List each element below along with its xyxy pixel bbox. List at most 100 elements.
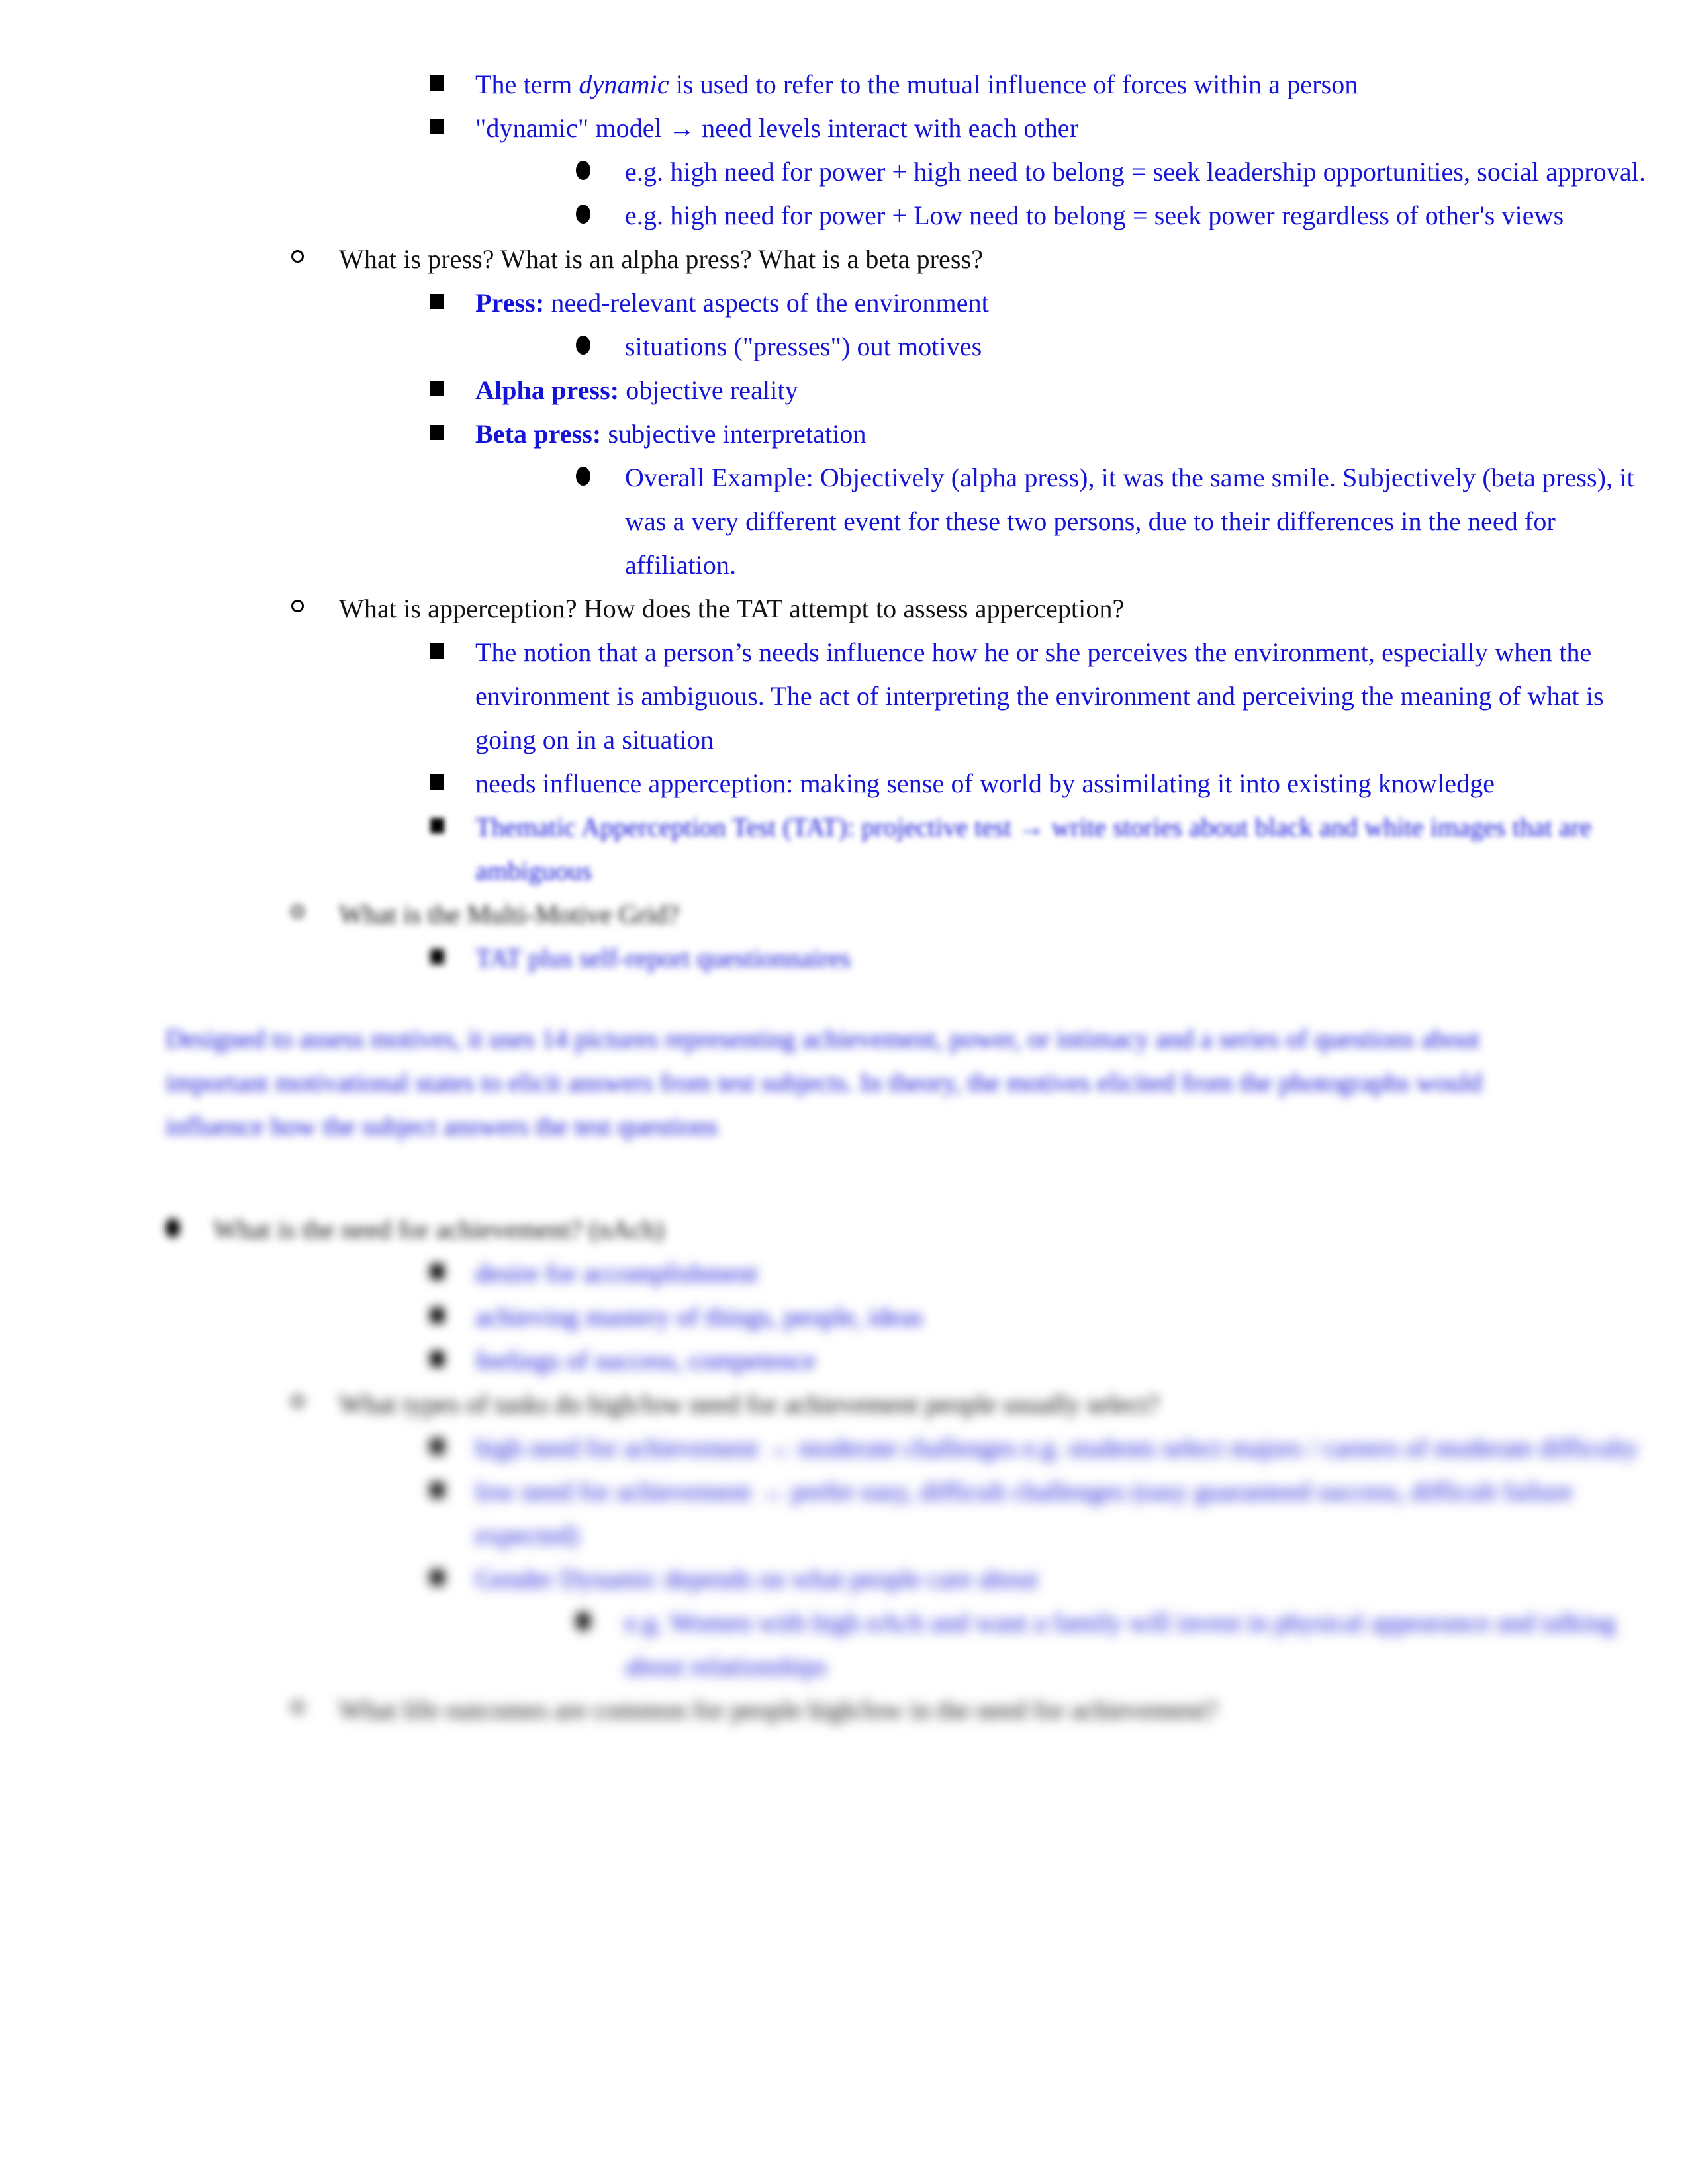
- outline-text-run: low need for achievement → prefer easy, …: [475, 1477, 1573, 1550]
- outline-text-run: need-relevant aspects of the environment: [544, 288, 989, 318]
- hollow-circle-bullet-icon: [291, 1701, 304, 1714]
- outline-text-run: situations ("presses") out motives: [625, 332, 982, 361]
- bullet-marker: [291, 1383, 326, 1426]
- outline-item-q-what-is-press: What is press? What is an alpha press? W…: [291, 238, 1688, 281]
- filled-disc-bullet-icon: [576, 205, 590, 224]
- outline-text-run: What is press? What is an alpha press? W…: [339, 244, 984, 274]
- outline-item-text: e.g. high need for power + Low need to b…: [612, 194, 1688, 238]
- outline-item-text: feelings of success, competence: [465, 1339, 1688, 1383]
- bullet-marker: [576, 150, 612, 194]
- outline-item-achieving-mastery: achieving mastery of things, people, ide…: [430, 1295, 1688, 1339]
- outline-text-run: What is apperception? How does the TAT a…: [339, 594, 1125, 623]
- bullet-marker: [291, 1688, 326, 1732]
- bullet-marker: [430, 631, 465, 674]
- outline-text-run: What types of tasks do high/low need for…: [339, 1389, 1160, 1419]
- bullet-marker: [576, 456, 612, 500]
- outline-text-run: "dynamic" model → need levels interact w…: [475, 113, 1079, 143]
- filled-square-bullet-icon: [430, 949, 444, 965]
- outline-text-run: Alpha press:: [475, 375, 620, 405]
- outline-item-text: What is the Multi-Motive Grid?: [326, 893, 1688, 936]
- outline-item-text: Thematic Apperception Test (TAT): projec…: [465, 805, 1688, 893]
- bullet-marker: [576, 325, 612, 369]
- bullet-marker: [291, 587, 326, 631]
- filled-square-bullet-icon: [430, 119, 444, 135]
- outline-item-text: What is the need for achievement? (nAch): [200, 1208, 1688, 1251]
- bullet-marker: [430, 762, 465, 805]
- outline-item-press-def: Press: need-relevant aspects of the envi…: [430, 281, 1688, 325]
- outline-item-text: e.g. Women with high nAch and want a fam…: [612, 1601, 1688, 1688]
- hollow-circle-bullet-icon: [291, 250, 304, 263]
- filled-square-bullet-icon: [430, 1264, 444, 1280]
- outline-item-text: What is apperception? How does the TAT a…: [326, 587, 1688, 631]
- bullet-marker: [165, 1208, 200, 1251]
- outline-text-run: Beta press:: [475, 419, 602, 449]
- outline-item-tat-projective-test: Thematic Apperception Test (TAT): projec…: [430, 805, 1688, 893]
- filled-square-bullet-icon: [430, 381, 444, 397]
- bullet-marker: [430, 1470, 465, 1514]
- filled-square-bullet-icon: [430, 1439, 444, 1455]
- outline-item-tat-plus-self-report: TAT plus self-report questionnaires: [430, 936, 1688, 980]
- outline-item-text: The notion that a person’s needs influen…: [465, 631, 1688, 762]
- outline-text-run: achieving mastery of things, people, ide…: [475, 1302, 923, 1332]
- outline-text-run: What is the need for achievement? (nAch): [213, 1214, 665, 1244]
- outline-text-run: subjective interpretation: [601, 419, 867, 449]
- bullet-marker: [430, 63, 465, 107]
- outline-item-text: Beta press: subjective interpretation: [465, 412, 1688, 456]
- hollow-circle-bullet-icon: [291, 1395, 304, 1408]
- outline-item-feelings-success: feelings of success, competence: [430, 1339, 1688, 1383]
- filled-disc-bullet-icon: [576, 467, 590, 486]
- outline-item-q-multi-motive-grid: What is the Multi-Motive Grid?: [291, 893, 1688, 936]
- outline-item-eg-high-power-low-belong: e.g. high need for power + Low need to b…: [576, 194, 1688, 238]
- outline-item-beta-press-def: Beta press: subjective interpretation: [430, 412, 1688, 456]
- document-page: The term dynamic is used to refer to the…: [0, 0, 1688, 2184]
- filled-square-bullet-icon: [430, 643, 444, 659]
- outline-text-run: dynamic: [579, 69, 669, 99]
- bullet-marker: [291, 238, 326, 281]
- outline-item-text: high need for achievement → moderate cha…: [465, 1426, 1688, 1470]
- bullet-marker: [430, 1251, 465, 1295]
- filled-square-bullet-icon: [430, 1351, 444, 1367]
- bullet-marker: [430, 1557, 465, 1601]
- filled-disc-bullet-icon: [576, 336, 590, 355]
- outline-item-text: "dynamic" model → need levels interact w…: [465, 107, 1688, 150]
- multi-motive-grid-paragraph: Designed to assess motives, it uses 14 p…: [165, 1024, 1483, 1141]
- outline-list-top: The term dynamic is used to refer to the…: [0, 63, 1688, 980]
- outline-text-run: The notion that a person’s needs influen…: [475, 637, 1604, 754]
- outline-item-low-nach-tasks: low need for achievement → prefer easy, …: [430, 1470, 1688, 1557]
- outline-item-apperception-notion: The notion that a person’s needs influen…: [430, 631, 1688, 762]
- outline-item-eg-high-power-high-belong: e.g. high need for power + high need to …: [576, 150, 1688, 194]
- bullet-marker: [430, 412, 465, 456]
- outline-text-run: high need for achievement → moderate cha…: [475, 1433, 1639, 1463]
- outline-text-run: e.g. high need for power + high need to …: [625, 157, 1646, 187]
- outline-item-text: TAT plus self-report questionnaires: [465, 936, 1688, 980]
- hollow-circle-bullet-icon: [291, 600, 304, 613]
- outline-item-text: Overall Example: Objectively (alpha pres…: [612, 456, 1688, 587]
- outline-text-run: Overall Example: Objectively (alpha pres…: [625, 463, 1634, 580]
- outline-item-dynamic-model: "dynamic" model → need levels interact w…: [430, 107, 1688, 150]
- outline-text-run: What is the Multi-Motive Grid?: [339, 899, 680, 929]
- filled-square-bullet-icon: [430, 425, 444, 441]
- outline-item-text: What types of tasks do high/low need for…: [326, 1383, 1688, 1426]
- filled-disc-bullet-icon: [576, 161, 590, 181]
- filled-disc-bullet-icon: [576, 1612, 590, 1631]
- spacer-before-lower-outline: [0, 1148, 1688, 1208]
- bullet-marker: [430, 936, 465, 980]
- outline-item-high-nach-tasks: high need for achievement → moderate cha…: [430, 1426, 1688, 1470]
- outline-text-run: is used to refer to the mutual influence…: [669, 69, 1358, 99]
- outline-item-text: Press: need-relevant aspects of the envi…: [465, 281, 1688, 325]
- outline-text-run: needs influence apperception: making sen…: [475, 768, 1495, 798]
- outline-item-alpha-press-def: Alpha press: objective reality: [430, 369, 1688, 412]
- outline-item-text: What is press? What is an alpha press? W…: [326, 238, 1688, 281]
- outline-item-needs-influence-apperception: needs influence apperception: making sen…: [430, 762, 1688, 805]
- outline-item-q-what-tasks: What types of tasks do high/low need for…: [291, 1383, 1688, 1426]
- outline-item-overall-example: Overall Example: Objectively (alpha pres…: [576, 456, 1688, 587]
- outline-item-text: The term dynamic is used to refer to the…: [465, 63, 1688, 107]
- outline-item-text: achieving mastery of things, people, ide…: [465, 1295, 1688, 1339]
- outline-item-q-life-outcomes: What life outcomes are common for people…: [291, 1688, 1688, 1732]
- outline-item-text: desire for accomplishment: [465, 1251, 1688, 1295]
- outline-item-gender-dynamic: Gender Dynamic depends on what people ca…: [430, 1557, 1688, 1601]
- filled-square-bullet-icon: [430, 774, 444, 790]
- outline-item-eg-women-high-nach: e.g. Women with high nAch and want a fam…: [576, 1601, 1688, 1688]
- outline-item-desire-accomplishment: desire for accomplishment: [430, 1251, 1688, 1295]
- filled-disc-bullet-icon: [165, 1218, 180, 1238]
